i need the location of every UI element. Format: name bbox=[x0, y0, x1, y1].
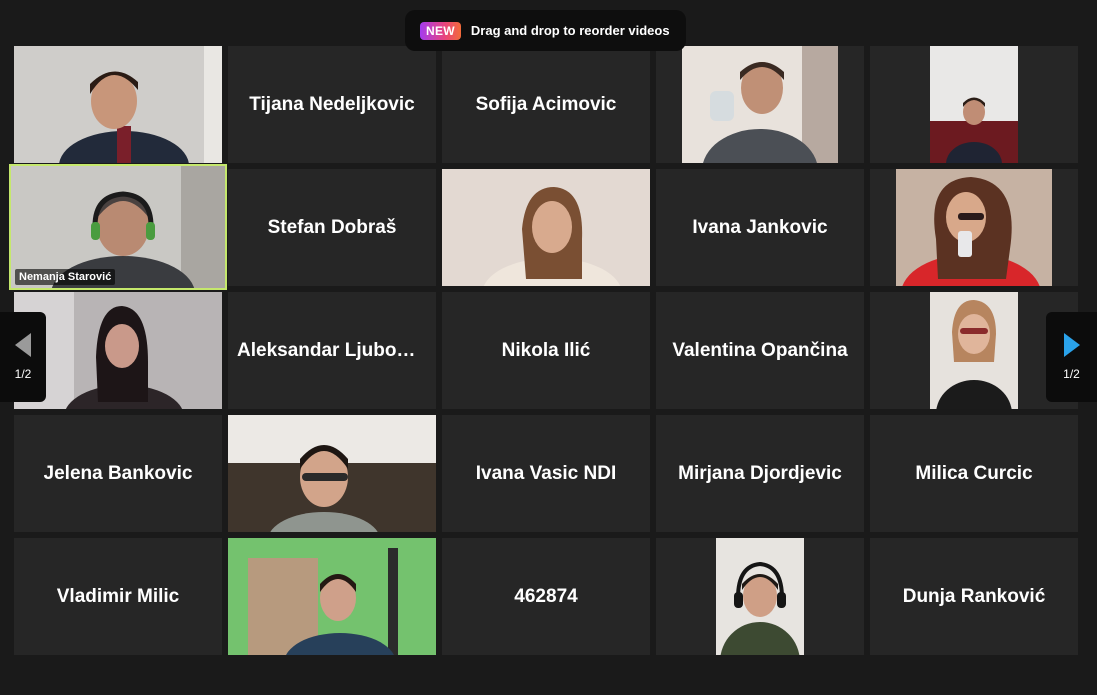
video-tile-10[interactable] bbox=[870, 169, 1078, 286]
video-tile-5[interactable] bbox=[870, 46, 1078, 163]
participant-video bbox=[896, 169, 1052, 286]
video-tile-8[interactable] bbox=[442, 169, 650, 286]
video-tile-19[interactable]: Mirjana Djordjevic bbox=[656, 415, 864, 532]
participant-video bbox=[228, 415, 436, 532]
video-tile-active-speaker[interactable]: Nemanja Starović bbox=[9, 164, 227, 290]
participant-video bbox=[228, 538, 436, 655]
video-tile-18[interactable]: Ivana Vasic NDI bbox=[442, 415, 650, 532]
participant-name: Valentina Opančina bbox=[672, 339, 848, 361]
video-tile-14[interactable]: Valentina Opančina bbox=[656, 292, 864, 409]
participant-name: Ivana Vasic NDI bbox=[475, 462, 617, 484]
video-tile-2[interactable]: Tijana Nedeljkovic bbox=[228, 46, 436, 163]
participant-name: Stefan Dobraš bbox=[267, 216, 397, 238]
participant-video bbox=[442, 169, 650, 286]
participant-name: Vladimir Milic bbox=[56, 585, 180, 607]
chevron-left-icon bbox=[15, 333, 31, 357]
participant-name: 462874 bbox=[514, 585, 578, 607]
participant-name: Sofija Acimovic bbox=[475, 93, 617, 115]
next-page-button[interactable]: 1/2 bbox=[1046, 312, 1097, 402]
video-tile-24[interactable] bbox=[656, 538, 864, 655]
participant-name: Milica Curcic bbox=[915, 462, 1033, 484]
participant-name: Ivana Jankovic bbox=[692, 216, 828, 238]
participant-name: Mirjana Djordjevic bbox=[678, 462, 842, 484]
video-tile-12[interactable]: Aleksandar Ljubomi... bbox=[228, 292, 436, 409]
participant-video bbox=[14, 46, 222, 163]
participant-name: Aleksandar Ljubomi... bbox=[237, 339, 427, 361]
reorder-tip-banner: NEW Drag and drop to reorder videos bbox=[405, 10, 686, 51]
participant-video bbox=[682, 46, 838, 163]
video-tile-25[interactable]: Dunja Ranković bbox=[870, 538, 1078, 655]
video-tile-17[interactable] bbox=[228, 415, 436, 532]
new-badge: NEW bbox=[420, 21, 461, 40]
page-indicator: 1/2 bbox=[1063, 367, 1080, 381]
meeting-gallery-view: NEW Drag and drop to reorder videos Tija… bbox=[0, 0, 1097, 695]
video-tile-3[interactable]: Sofija Acimovic bbox=[442, 46, 650, 163]
video-tile-1[interactable] bbox=[14, 46, 222, 163]
chevron-right-icon bbox=[1063, 333, 1080, 357]
participant-video bbox=[716, 538, 804, 655]
participant-name-tag: Nemanja Starović bbox=[15, 269, 116, 285]
video-tile-21[interactable]: Vladimir Milic bbox=[14, 538, 222, 655]
participant-name: Nikola Ilić bbox=[501, 339, 591, 361]
participant-video bbox=[930, 292, 1018, 409]
participant-video bbox=[930, 46, 1018, 163]
video-tile-9[interactable]: Ivana Jankovic bbox=[656, 169, 864, 286]
video-tile-23[interactable]: 462874 bbox=[442, 538, 650, 655]
video-tile-13[interactable]: Nikola Ilić bbox=[442, 292, 650, 409]
participant-name: Jelena Bankovic bbox=[43, 462, 193, 484]
page-indicator: 1/2 bbox=[14, 367, 32, 381]
participant-name: Tijana Nedeljkovic bbox=[249, 93, 415, 115]
video-tile-20[interactable]: Milica Curcic bbox=[870, 415, 1078, 532]
video-tile-16[interactable]: Jelena Bankovic bbox=[14, 415, 222, 532]
previous-page-button[interactable]: 1/2 bbox=[0, 312, 46, 402]
video-tile-22[interactable] bbox=[228, 538, 436, 655]
reorder-tip-text: Drag and drop to reorder videos bbox=[470, 23, 670, 38]
video-tile-7[interactable]: Stefan Dobraš bbox=[228, 169, 436, 286]
video-tile-4[interactable] bbox=[656, 46, 864, 163]
participant-name: Dunja Ranković bbox=[902, 585, 1046, 607]
